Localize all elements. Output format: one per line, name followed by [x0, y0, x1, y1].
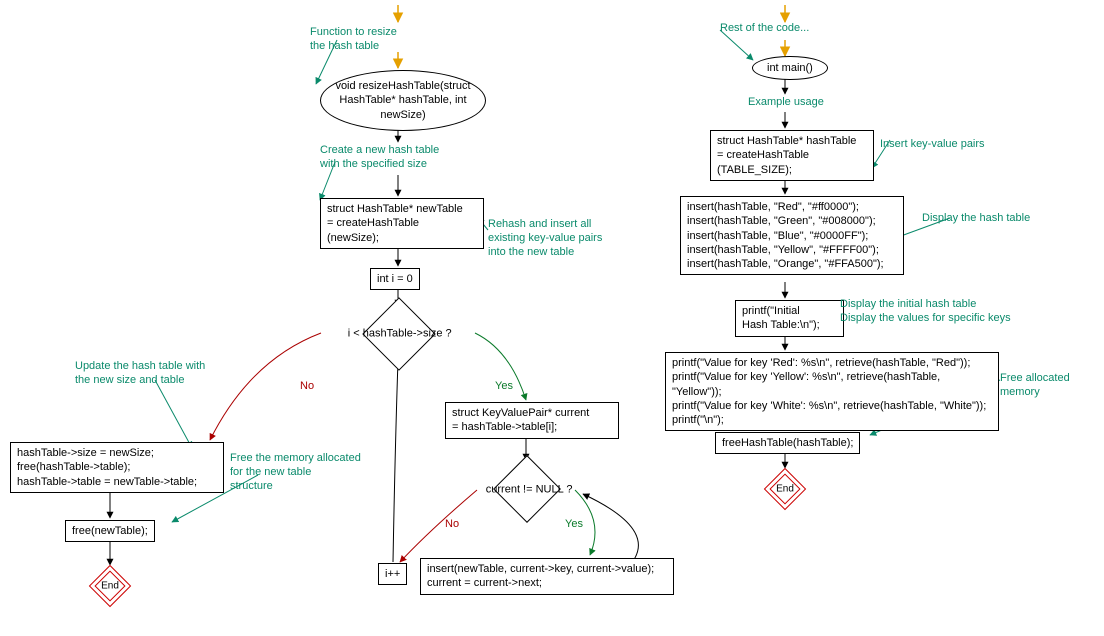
end-right: End — [768, 478, 802, 500]
comment-resize: Function to resize the hash table — [310, 26, 397, 54]
node-free-newtable: free(newTable); — [65, 520, 155, 542]
comment-display-table: Display the hash table — [922, 212, 1030, 226]
node-create-right: struct HashTable* hashTable = createHash… — [710, 130, 874, 181]
edge-no-2: No — [445, 518, 459, 530]
comment-update: Update the hash table with the new size … — [75, 360, 205, 388]
node-current-assign: struct KeyValuePair* current = hashTable… — [445, 402, 619, 439]
edge-yes-2: Yes — [565, 518, 583, 530]
decision-current-null: current != NULL ? — [493, 455, 561, 523]
decision-i-lt-size: i < hashTable->size ? — [362, 297, 436, 371]
node-print-vals: printf("Value for key 'Red': %s\n", retr… — [665, 352, 999, 431]
node-i-incr: i++ — [378, 563, 407, 585]
comment-rest: Rest of the code... — [720, 22, 809, 36]
comment-display-init: Display the initial hash table — [840, 298, 976, 312]
comment-free-mem: Free allocated memory — [1000, 372, 1104, 400]
edge-no-1: No — [300, 380, 314, 392]
node-insert-loop: insert(newTable, current->key, current->… — [420, 558, 674, 595]
node-inserts: insert(hashTable, "Red", "#ff0000"); ins… — [680, 196, 904, 275]
node-free-right: freeHashTable(hashTable); — [715, 432, 860, 454]
comment-free-struct: Free the memory allocated for the new ta… — [230, 452, 361, 493]
comment-insert-pairs: Insert key-value pairs — [880, 138, 985, 152]
node-print-init: printf("Initial Hash Table:\n"); — [735, 300, 844, 337]
node-update-table: hashTable->size = newSize; free(hashTabl… — [10, 442, 224, 493]
comment-rehash: Rehash and insert all existing key-value… — [488, 218, 602, 259]
node-init-i: int i = 0 — [370, 268, 420, 290]
comment-example: Example usage — [748, 96, 824, 110]
node-create-newtable: struct HashTable* newTable = createHashT… — [320, 198, 484, 249]
node-start-left: void resizeHashTable(struct HashTable* h… — [320, 70, 486, 131]
comment-display-vals: Display the values for specific keys — [840, 312, 1011, 326]
comment-create: Create a new hash table with the specifi… — [320, 144, 439, 172]
edge-yes-1: Yes — [495, 380, 513, 392]
end-left: End — [93, 575, 127, 597]
node-main: int main() — [752, 56, 828, 80]
